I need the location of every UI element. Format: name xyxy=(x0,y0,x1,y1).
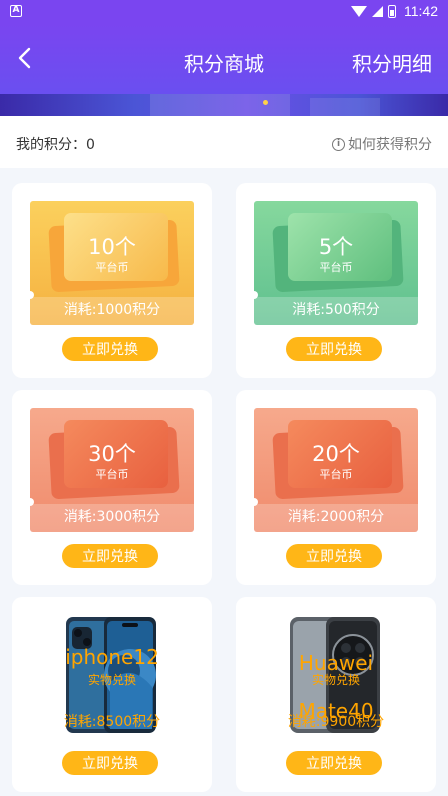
points-detail-link[interactable]: 积分明细 xyxy=(352,48,432,77)
product-cost: 消耗:9900积分 xyxy=(287,714,385,730)
product-tag: 实物兑换 xyxy=(311,673,360,687)
coupon-unit: 平台币 xyxy=(319,468,353,481)
product-tag: 实物兑换 xyxy=(87,673,136,687)
info-icon: i xyxy=(332,137,345,151)
signal-icon xyxy=(372,5,383,17)
back-button[interactable] xyxy=(14,46,38,70)
coupon-ticket: 5个 平台币 消耗:500积分 xyxy=(254,201,418,325)
exchange-card: 20个 平台币 消耗:2000积分 立即兑换 xyxy=(236,390,436,585)
redeem-button[interactable]: 立即兑换 xyxy=(62,337,158,361)
points-bar: 我的积分：0 i 如何获得积分 xyxy=(0,116,448,168)
coupon-ticket: 10个 平台币 消耗:1000积分 xyxy=(30,201,194,325)
exchange-card: 30个 平台币 消耗:3000积分 立即兑换 xyxy=(12,390,212,585)
how-to-earn-label: 如何获得积分 xyxy=(348,137,432,153)
exchange-card: 10个 平台币 消耗:1000积分 立即兑换 xyxy=(12,183,212,378)
coupon-cost: 消耗:2000积分 xyxy=(287,509,385,525)
coupon-amount: 20个 xyxy=(312,442,360,466)
redeem-button[interactable]: 立即兑换 xyxy=(286,544,382,568)
coupon-cost: 消耗:500积分 xyxy=(292,302,380,318)
banner-image xyxy=(0,94,448,116)
app-notification-icon: A xyxy=(10,5,22,17)
coupon-ticket: 20个 平台币 消耗:2000积分 xyxy=(254,408,418,532)
product-card: iphone12 实物兑换 消耗:8500积分 立即兑换 xyxy=(12,597,212,792)
product-cost: 消耗:8500积分 xyxy=(63,714,161,730)
how-to-earn-link[interactable]: i 如何获得积分 xyxy=(332,134,432,154)
my-points: 我的积分：0 xyxy=(16,137,95,153)
coupon-unit: 平台币 xyxy=(95,261,129,274)
product-card: Huawei Mate40 实物兑换 消耗:9900积分 立即兑换 xyxy=(236,597,436,792)
coupon-amount: 30个 xyxy=(88,442,136,466)
redeem-button[interactable]: 立即兑换 xyxy=(62,544,158,568)
coupon-amount: 5个 xyxy=(318,235,354,259)
redeem-button[interactable]: 立即兑换 xyxy=(286,337,382,361)
chevron-left-icon xyxy=(18,47,31,69)
coupon-unit: 平台币 xyxy=(319,261,353,274)
product-name: iphone12 xyxy=(65,645,159,669)
status-icons: 11:42 xyxy=(351,3,438,19)
coupon-cost: 消耗:1000积分 xyxy=(63,302,161,318)
coupon-cost: 消耗:3000积分 xyxy=(63,509,161,525)
coupon-ticket: 30个 平台币 消耗:3000积分 xyxy=(30,408,194,532)
status-bar: A 11:42 xyxy=(0,0,448,24)
app-header: 积分商城 积分明细 xyxy=(0,24,448,94)
status-time: 11:42 xyxy=(404,3,438,19)
coupon-unit: 平台币 xyxy=(95,468,129,481)
redeem-button[interactable]: 立即兑换 xyxy=(286,751,382,775)
redeem-button[interactable]: 立即兑换 xyxy=(62,751,158,775)
coupon-amount: 10个 xyxy=(88,235,136,259)
wifi-icon xyxy=(351,5,367,17)
battery-icon xyxy=(388,4,396,18)
exchange-card: 5个 平台币 消耗:500积分 立即兑换 xyxy=(236,183,436,378)
